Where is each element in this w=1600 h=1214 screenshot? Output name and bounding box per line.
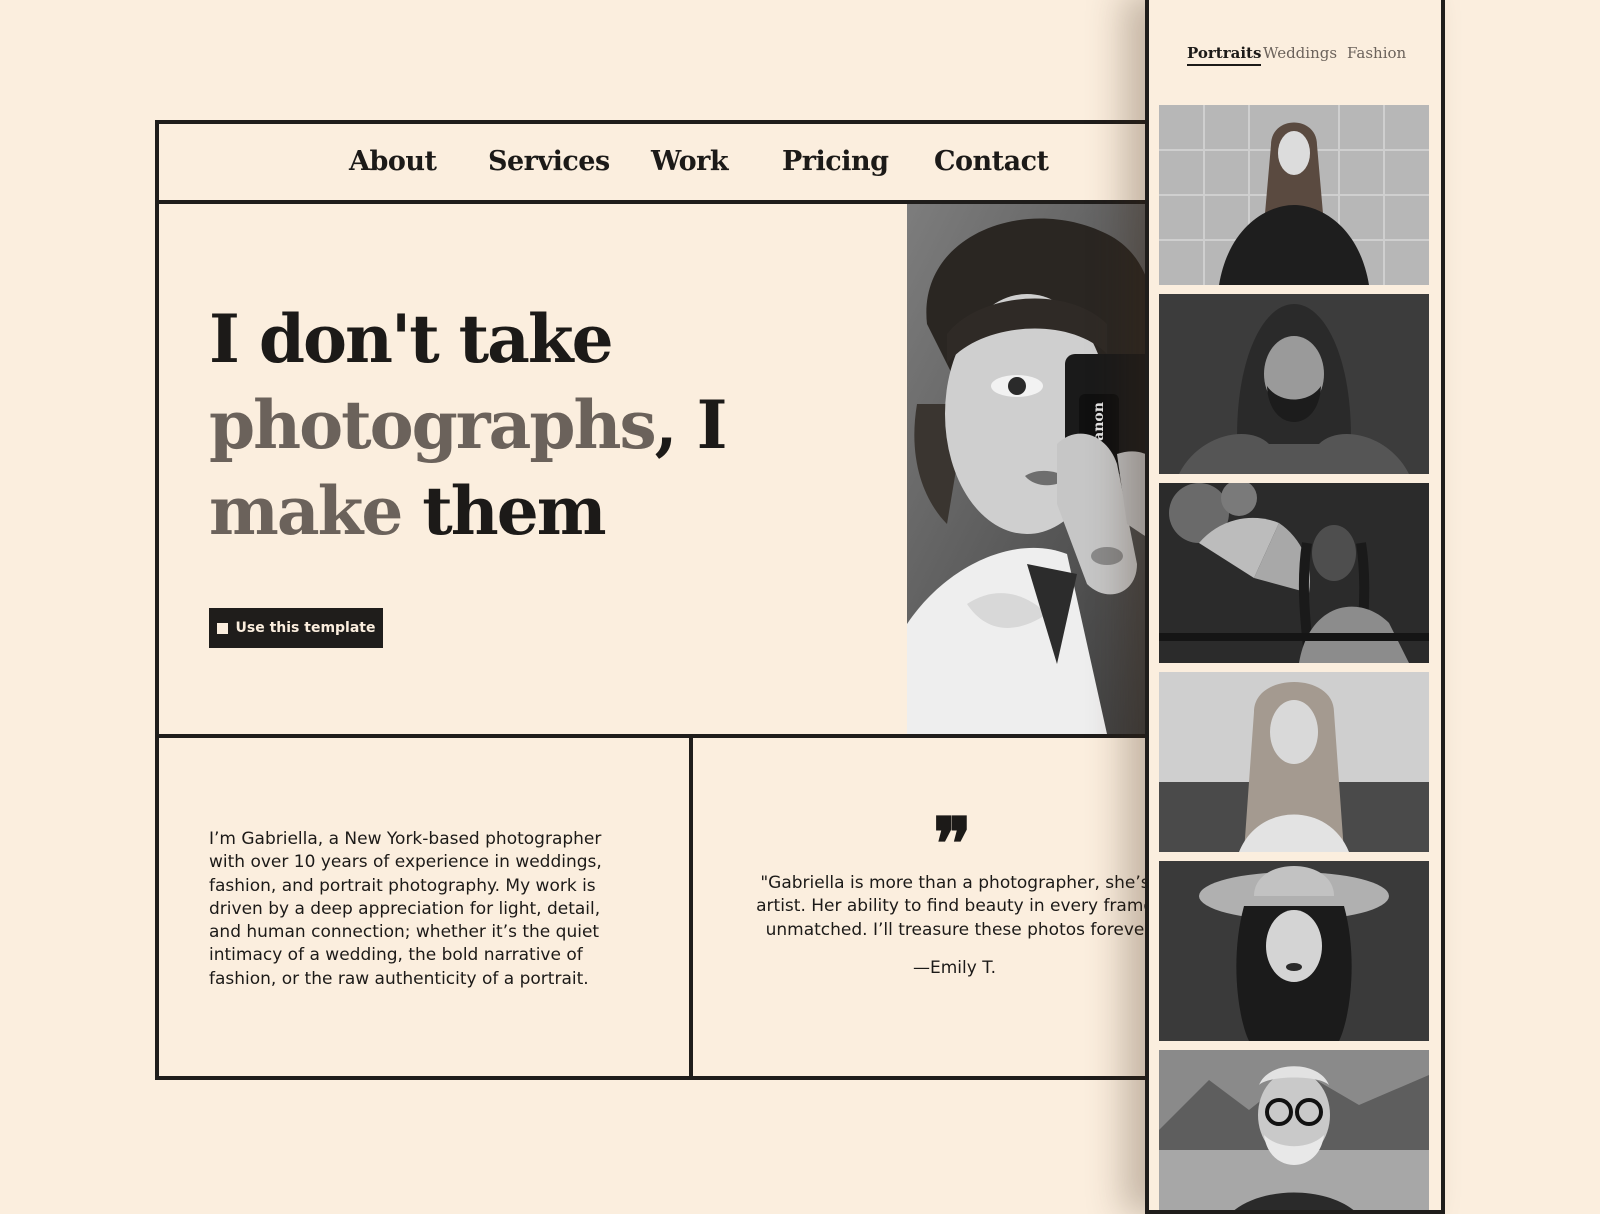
testimonial-section: ❞ "Gabriella is more than a photographer… — [693, 738, 1165, 1076]
photo-illustration — [1159, 1050, 1429, 1210]
main-page-frame: About Services Work Pricing Contact I do… — [155, 120, 1165, 1080]
gallery-photo-older-man-glasses[interactable] — [1159, 1050, 1429, 1210]
use-template-label: Use this template — [235, 620, 376, 636]
hero-section: I don't take photographs, I make them Us… — [159, 204, 1165, 738]
tab-fashion[interactable]: Fashion — [1347, 44, 1406, 62]
quote-line-2: artist. Her ability to find beauty in ev… — [756, 896, 1154, 917]
top-navigation: About Services Work Pricing Contact — [159, 124, 1165, 204]
quote-line-3: unmatched. I’ll treasure these photos fo… — [765, 919, 1145, 940]
headline-line-1: I don't take — [209, 300, 614, 378]
nav-link-services[interactable]: Services — [488, 146, 610, 177]
quote-icon: ❞ — [933, 801, 972, 886]
bio-paragraph: I’m Gabriella, a New York-based photogra… — [209, 829, 602, 989]
nav-link-about[interactable]: About — [349, 146, 437, 177]
gallery-photo-bearded-man-hood[interactable] — [1159, 294, 1429, 474]
gallery-mobile-panel: Portraits Weddings Fashion — [1145, 0, 1445, 1214]
gallery-photo-woman-tiled-wall[interactable] — [1159, 105, 1429, 285]
headline-comma-i: , I — [654, 386, 728, 464]
nav-link-contact[interactable]: Contact — [934, 146, 1049, 177]
nav-link-work[interactable]: Work — [651, 146, 729, 177]
hero-photo-woman-with-camera: Canon — [907, 204, 1165, 734]
headline-muted-make: make — [209, 472, 403, 550]
about-section: I’m Gabriella, a New York-based photogra… — [159, 738, 693, 1076]
gallery-photo-woman-with-fan[interactable] — [1159, 483, 1429, 663]
tab-weddings[interactable]: Weddings — [1263, 44, 1337, 62]
hero-photo-illustration: Canon — [907, 204, 1165, 734]
headline-them: them — [401, 472, 606, 550]
gallery-photo-woman-in-hat[interactable] — [1159, 861, 1429, 1041]
square-icon — [216, 622, 228, 634]
hero-headline: I don't take photographs, I make them — [209, 296, 728, 554]
headline-muted-photographs: photographs — [209, 386, 657, 464]
photo-illustration — [1159, 294, 1429, 474]
gallery-photo-blonde-woman-outdoors[interactable] — [1159, 672, 1429, 852]
photo-illustration — [1159, 483, 1429, 663]
photo-illustration — [1159, 105, 1429, 285]
tab-portraits[interactable]: Portraits — [1187, 44, 1262, 66]
use-template-button[interactable]: Use this template — [209, 608, 383, 648]
testimonial-quote: "Gabriella is more than a photographer, … — [745, 872, 1165, 942]
testimonial-author: —Emily T. — [913, 958, 996, 978]
nav-link-pricing[interactable]: Pricing — [782, 146, 889, 177]
photo-illustration — [1159, 672, 1429, 852]
photo-illustration — [1159, 861, 1429, 1041]
quote-line-1: "Gabriella is more than a photographer, … — [760, 873, 1150, 893]
